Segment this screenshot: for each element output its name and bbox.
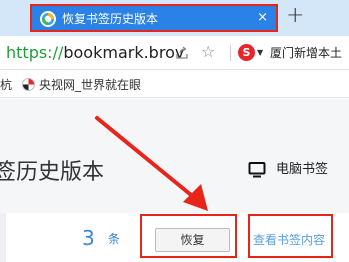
bookmark-count: 3 — [82, 226, 95, 250]
tab-strip: 恢复书签历史版本 × + — [0, 0, 349, 36]
monitor-icon — [248, 161, 266, 179]
tab-active[interactable]: 恢复书签历史版本 × — [30, 4, 278, 32]
view-bookmarks-link[interactable]: 查看书签内容 — [253, 232, 325, 248]
close-icon[interactable]: × — [257, 10, 268, 26]
address-bar[interactable]: https://bookmark.brov ☆ S ▼ 厦门新增本土 — [0, 36, 349, 70]
bookmark-count-unit: 条 — [108, 232, 121, 246]
cctv-icon — [22, 78, 35, 91]
bookmark-item-label: 央视网_世界就在眼 — [39, 78, 142, 92]
url-scheme: https:// — [6, 43, 64, 62]
url-host: bookmark.brov — [63, 43, 185, 62]
search-input[interactable]: 厦门新增本土 — [270, 45, 342, 61]
new-tab-button[interactable]: + — [286, 3, 304, 29]
bookmarks-bar-fade — [189, 70, 349, 97]
bookmark-item-partial[interactable]: 杭 — [0, 76, 12, 93]
page-title: 签历史版本 — [0, 160, 105, 185]
divider — [230, 45, 231, 61]
url-field[interactable]: https://bookmark.brov — [6, 43, 184, 63]
restore-button[interactable]: 恢复 — [155, 228, 230, 252]
row-left-edge — [0, 213, 6, 262]
chevron-down-icon[interactable]: ▼ — [257, 48, 263, 57]
bookmarks-bar: 杭 央视网_世界就在眼 — [0, 70, 349, 98]
bookmark-item[interactable]: 央视网_世界就在眼 — [22, 76, 141, 93]
share-icon[interactable] — [174, 45, 190, 61]
tab-title: 恢复书签历史版本 — [62, 12, 159, 26]
star-icon[interactable]: ☆ — [201, 42, 215, 62]
browser-logo-icon — [40, 11, 56, 27]
search-engine-icon[interactable]: S — [238, 44, 255, 61]
pc-bookmark-label: 电脑书签 — [276, 162, 329, 177]
